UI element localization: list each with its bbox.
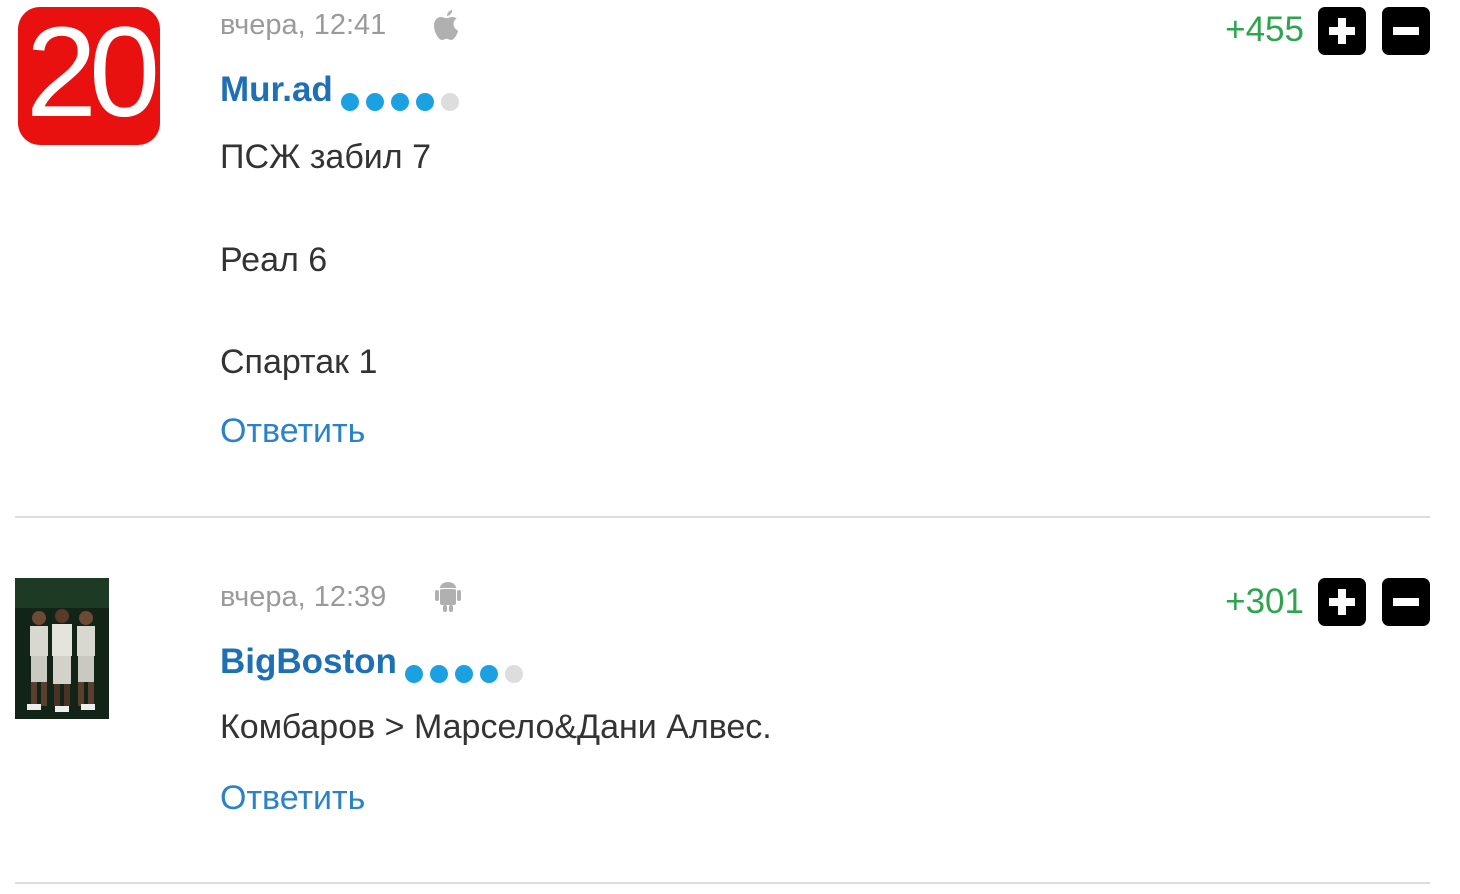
rating-dots [340,80,466,111]
comment-text-line: Спартак 1 [220,343,378,381]
reply-button[interactable]: Ответить [220,411,365,451]
rating-dot-empty [440,92,459,111]
rating-dots [404,652,530,683]
avatar-number: 20 [25,7,160,144]
plus-icon-stem [1338,589,1346,615]
comment-item: 20 вчера, 12:41 Mur.ad ПСЖ забил 7 Реал … [0,0,1460,518]
rating-dot [365,92,384,111]
author-name[interactable]: BigBoston [220,642,397,681]
comment-timestamp: вчера, 12:39 [220,581,387,613]
rating-dot [340,92,359,111]
reply-button[interactable]: Ответить [220,778,365,818]
plus-icon-stem [1338,18,1346,44]
minus-icon [1393,598,1419,606]
rating-dot [479,664,498,683]
minus-icon [1393,27,1419,35]
rating-dot [390,92,409,111]
rating-dot [415,92,434,111]
comment-divider [15,882,1430,884]
comment-text-line: ПСЖ забил 7 [220,138,431,176]
comment-author[interactable]: BigBoston [220,642,530,683]
comment-item: вчера, 12:39 BigBoston Комбаров > Марсел… [0,518,1460,884]
upvote-button[interactable] [1318,578,1366,626]
comment-timestamp: вчера, 12:41 [220,9,387,41]
upvote-button[interactable] [1318,7,1366,55]
comment-score: +455 [1225,10,1304,49]
comment-author[interactable]: Mur.ad [220,70,466,111]
comment-score: +301 [1225,582,1304,621]
rating-dot [429,664,448,683]
avatar[interactable] [15,578,109,719]
downvote-button[interactable] [1382,7,1430,55]
rating-dot [454,664,473,683]
android-icon [435,582,461,612]
apple-icon [434,10,458,40]
team-photo-image [15,578,109,719]
rating-dot-empty [504,664,523,683]
comment-text-line: Комбаров > Марсело&Дани Алвес. [220,708,772,746]
comment-text-line: Реал 6 [220,241,328,279]
rating-dot [404,664,423,683]
author-name[interactable]: Mur.ad [220,70,333,109]
avatar[interactable]: 20 [18,7,160,145]
downvote-button[interactable] [1382,578,1430,626]
